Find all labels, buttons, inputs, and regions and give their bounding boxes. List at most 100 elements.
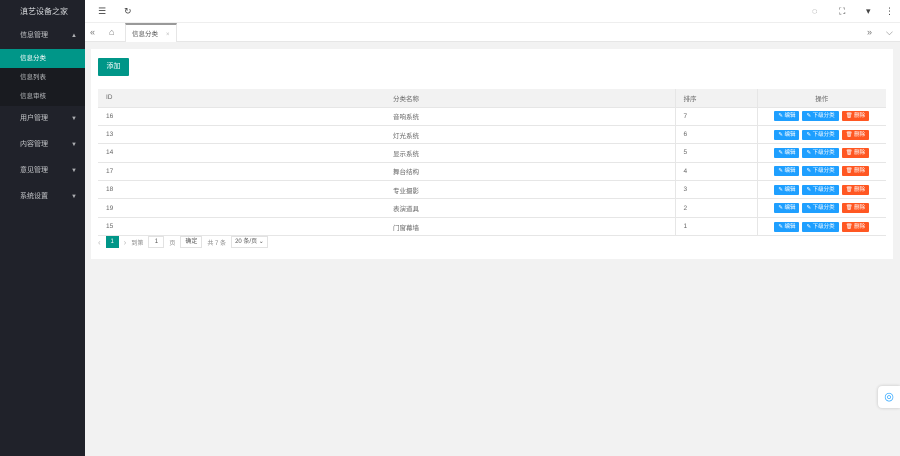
edit-button[interactable]: ✎ 编辑 — [774, 221, 800, 232]
submenu-item-category[interactable]: 信息分类 — [0, 49, 85, 68]
edit-button[interactable]: ✎ 编辑 — [774, 166, 800, 177]
edit-button[interactable]: ✎ 编辑 — [774, 129, 800, 140]
user-dropdown-icon[interactable]: ▾ — [866, 0, 871, 23]
table-row: 14 显示系统 5 ✎ 编辑 ✎ 下级分类 🗑 删除 — [98, 143, 886, 163]
home-icon[interactable]: ⌂ — [109, 23, 114, 42]
cell-name: 灯光系统 — [385, 125, 675, 145]
subcategory-button[interactable]: ✎ 下级分类 — [802, 147, 839, 158]
chat-float-icon[interactable]: ◎ — [878, 386, 900, 408]
sidebar: 滇艺设备之家 信息管理 ▲ 信息分类 信息列表 信息审核 用户管理 ▼ 内容管理… — [0, 0, 85, 456]
submenu-info: 信息分类 信息列表 信息审核 — [0, 49, 85, 106]
cell-name: 表演道具 — [385, 198, 675, 218]
submenu-item-list[interactable]: 信息列表 — [0, 68, 85, 87]
goto-label: 到第 — [131, 240, 144, 247]
edit-button[interactable]: ✎ 编辑 — [774, 203, 800, 214]
cell-id: 18 — [98, 180, 385, 200]
cell-actions: ✎ 编辑 ✎ 下级分类 🗑 删除 — [756, 162, 886, 182]
menu-feedback-management[interactable]: 意见管理 ▼ — [0, 158, 85, 184]
cell-id: 17 — [98, 162, 385, 182]
content-card: 添加 ID 分类名称 排序 操作 16 音响系统 7 ✎ 编辑 ✎ 下级分类 🗑 删除 13… — [91, 49, 893, 259]
tab-left-arrow-icon[interactable]: « — [90, 23, 95, 42]
more-icon[interactable]: ⋮ — [885, 0, 894, 23]
refresh-icon[interactable]: ↻ — [124, 0, 132, 23]
caret-up-icon: ▲ — [71, 33, 77, 39]
delete-button[interactable]: 🗑 删除 — [841, 111, 870, 122]
menu-info-management[interactable]: 信息管理 ▲ — [0, 23, 85, 49]
add-button[interactable]: 添加 — [98, 58, 129, 76]
menu-label: 意见管理 — [20, 167, 48, 174]
cell-id: 15 — [98, 217, 385, 237]
page-unit-label: 页 — [169, 240, 176, 247]
cell-sort: 1 — [674, 217, 757, 237]
goto-confirm-button[interactable]: 确定 — [180, 236, 203, 248]
theme-icon[interactable]: ◌ — [812, 0, 817, 23]
tab-bar: « ⌂ 信息分类 × » ⌵ — [85, 23, 900, 42]
subcategory-button[interactable]: ✎ 下级分类 — [802, 166, 839, 177]
cell-sort: 3 — [674, 180, 757, 200]
col-header-id[interactable]: ID — [98, 89, 385, 108]
caret-down-icon: ▼ — [71, 168, 77, 174]
top-header: ☰ ↻ ◌ ⛶ ▾ ⋮ — [85, 0, 900, 23]
cell-id: 14 — [98, 143, 385, 163]
cell-actions: ✎ 编辑 ✎ 下级分类 🗑 删除 — [756, 107, 886, 126]
menu-label: 信息管理 — [20, 32, 48, 39]
caret-down-icon: ▼ — [71, 142, 77, 148]
subcategory-button[interactable]: ✎ 下级分类 — [802, 184, 839, 195]
delete-button[interactable]: 🗑 删除 — [841, 129, 870, 140]
fullscreen-icon[interactable]: ⛶ — [839, 0, 845, 23]
delete-button[interactable]: 🗑 删除 — [841, 184, 870, 195]
edit-button[interactable]: ✎ 编辑 — [774, 147, 800, 158]
page-size-select[interactable]: 20 条/页 ⌄ — [231, 236, 268, 248]
table-row: 17 舞台结构 4 ✎ 编辑 ✎ 下级分类 🗑 删除 — [98, 162, 886, 182]
menu-label: 系统设置 — [20, 193, 48, 200]
tab-dropdown-icon[interactable]: ⌵ — [886, 23, 893, 42]
subcategory-button[interactable]: ✎ 下级分类 — [802, 221, 839, 232]
menu-system-settings[interactable]: 系统设置 ▼ — [0, 184, 85, 210]
delete-button[interactable]: 🗑 删除 — [841, 203, 870, 214]
cell-sort: 7 — [674, 107, 757, 126]
cell-name: 显示系统 — [385, 143, 675, 163]
caret-down-icon: ▼ — [71, 194, 77, 200]
tab-right-arrow-icon[interactable]: » — [867, 23, 872, 42]
cell-sort: 5 — [674, 143, 757, 163]
cell-actions: ✎ 编辑 ✎ 下级分类 🗑 删除 — [756, 180, 886, 200]
subcategory-button[interactable]: ✎ 下级分类 — [802, 129, 839, 140]
menu-toggle-icon[interactable]: ☰ — [98, 0, 106, 23]
delete-button[interactable]: 🗑 删除 — [841, 221, 870, 232]
subcategory-button[interactable]: ✎ 下级分类 — [802, 203, 839, 214]
cell-actions: ✎ 编辑 ✎ 下级分类 🗑 删除 — [756, 125, 886, 145]
menu-label: 内容管理 — [20, 141, 48, 148]
tab-label: 信息分类 — [132, 31, 158, 38]
delete-button[interactable]: 🗑 删除 — [841, 147, 870, 158]
menu-label: 用户管理 — [20, 115, 48, 122]
cell-actions: ✎ 编辑 ✎ 下级分类 🗑 删除 — [756, 143, 886, 163]
col-header-name[interactable]: 分类名称 — [385, 89, 675, 108]
cell-name: 舞台结构 — [385, 162, 675, 182]
col-header-actions: 操作 — [756, 89, 886, 108]
cell-sort: 2 — [674, 198, 757, 218]
menu-user-management[interactable]: 用户管理 ▼ — [0, 106, 85, 132]
table-header-row: ID 分类名称 排序 操作 — [98, 89, 886, 108]
menu-content-management[interactable]: 内容管理 ▼ — [0, 132, 85, 158]
category-table: ID 分类名称 排序 操作 16 音响系统 7 ✎ 编辑 ✎ 下级分类 🗑 删除 13 灯光系… — [98, 89, 886, 237]
goto-page-input[interactable]: 1 — [148, 236, 165, 248]
submenu-item-review[interactable]: 信息审核 — [0, 87, 85, 106]
cell-actions: ✎ 编辑 ✎ 下级分类 🗑 删除 — [756, 198, 886, 218]
edit-button[interactable]: ✎ 编辑 — [774, 111, 800, 122]
page-current[interactable]: 1 — [105, 236, 119, 248]
next-page-icon[interactable]: › — [124, 238, 127, 247]
delete-button[interactable]: 🗑 删除 — [841, 166, 870, 177]
table-row: 18 专业摄影 3 ✎ 编辑 ✎ 下级分类 🗑 删除 — [98, 180, 886, 200]
caret-down-icon: ▼ — [71, 116, 77, 122]
cell-name: 门窗幕墙 — [385, 217, 675, 237]
col-header-sort[interactable]: 排序 — [674, 89, 757, 108]
edit-button[interactable]: ✎ 编辑 — [774, 184, 800, 195]
tab-info-category[interactable]: 信息分类 × — [125, 23, 177, 42]
table-row: 13 灯光系统 6 ✎ 编辑 ✎ 下级分类 🗑 删除 — [98, 125, 886, 145]
cell-name: 音响系统 — [385, 107, 675, 126]
cell-name: 专业摄影 — [385, 180, 675, 200]
cell-id: 19 — [98, 198, 385, 218]
prev-page-icon[interactable]: ‹ — [98, 238, 101, 247]
subcategory-button[interactable]: ✎ 下级分类 — [802, 111, 839, 122]
close-icon[interactable]: × — [166, 32, 170, 38]
